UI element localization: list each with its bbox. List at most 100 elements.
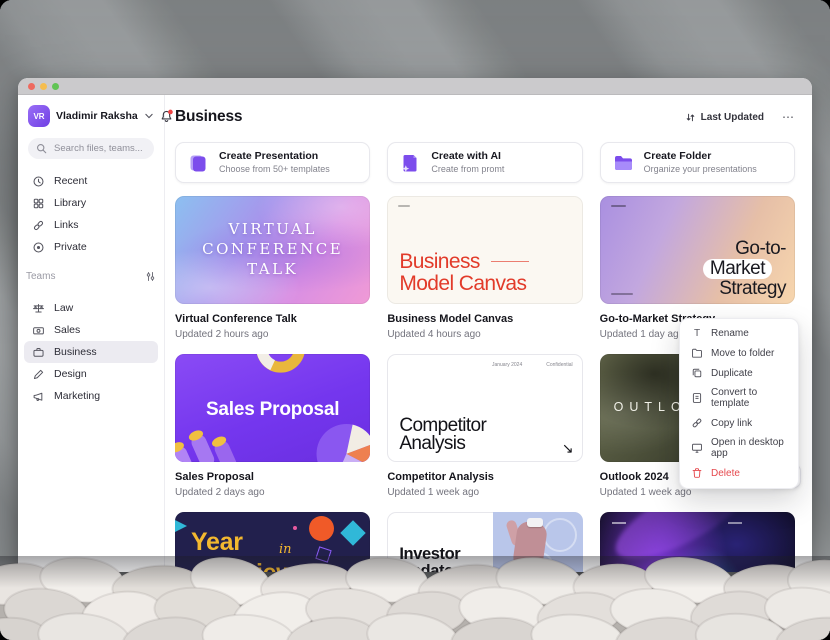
sidebar-item-label: Private (54, 241, 87, 253)
sidebar-item-private[interactable]: Private (24, 236, 158, 258)
card-title: Business Model Canvas (387, 313, 582, 326)
sort-arrows-icon (685, 112, 696, 123)
create-subtitle: Create from promt (431, 164, 504, 175)
clock-icon (32, 175, 45, 188)
presentation-doc-icon (186, 151, 210, 175)
decor-vr-headset (527, 518, 543, 527)
presentation-card-virtual-conference-talk[interactable]: VIRTUAL CONFERENCE TALK Virtual Conferen… (175, 196, 370, 341)
template-icon (691, 392, 703, 404)
sidebar-item-links[interactable]: Links (24, 214, 158, 236)
thumbnail-tiny-text (612, 522, 626, 524)
sidebar-item-design[interactable]: Design (24, 363, 158, 385)
window-titlebar (18, 78, 812, 95)
app-window: VR Vladimir Raksha (18, 78, 812, 572)
create-subtitle: Choose from 50+ templates (219, 164, 330, 175)
link-icon (691, 417, 703, 429)
create-with-ai-button[interactable]: Create with AI Create from promt (387, 142, 582, 183)
sidebar-item-business[interactable]: Business (24, 341, 158, 363)
create-title: Create Presentation (219, 150, 330, 162)
thumbnail-tiny-text (728, 522, 742, 524)
sidebar-item-label: Law (54, 302, 73, 314)
zoom-button[interactable] (52, 83, 59, 90)
dash-line (491, 261, 529, 263)
sidebar-item-library[interactable]: Library (24, 192, 158, 214)
decor-ring (543, 518, 577, 552)
search-input[interactable] (52, 142, 146, 155)
teams-sort-icon[interactable] (145, 271, 156, 282)
folder-icon (691, 347, 703, 359)
workspace-switcher[interactable]: VR Vladimir Raksha (18, 103, 164, 129)
sidebar-item-label: Design (54, 368, 87, 380)
card-updated: Updated 2 days ago (175, 487, 370, 499)
card-title: Competitor Analysis (387, 471, 582, 484)
thumbnail-art-text: Year (191, 528, 243, 557)
decor-circle (309, 516, 334, 541)
thumbnail-meta-text: January 2024Confidential (387, 362, 572, 368)
user-name: Vladimir Raksha (56, 110, 138, 122)
target-icon (32, 241, 45, 254)
library-icon (32, 197, 45, 210)
thumbnail-art-text: VIRTUAL CONFERENCE TALK (175, 196, 370, 304)
screenshot-stage: VR Vladimir Raksha (0, 0, 830, 640)
thumbnail-art-text: Business Model Canvas (399, 251, 528, 296)
sidebar-item-sales[interactable]: Sales (24, 319, 158, 341)
decor-triangle (175, 520, 187, 532)
duplicate-icon (691, 367, 703, 379)
thumbnail-business-model-canvas[interactable]: Business Model Canvas (387, 196, 582, 304)
menu-item-convert-to-template[interactable]: Convert to template (680, 383, 798, 413)
megaphone-icon (32, 390, 45, 403)
presentation-card-sales-proposal[interactable]: Sales Proposal Sales Proposal Updated 2 … (175, 354, 370, 499)
minimize-button[interactable] (40, 83, 47, 90)
sidebar: VR Vladimir Raksha (18, 95, 165, 572)
page-title: Business (175, 108, 242, 126)
context-menu: T Rename Move to folder Duplicate Conve (679, 318, 799, 489)
link-icon (32, 219, 45, 232)
teams-section-label: Teams (26, 271, 55, 282)
monitor-icon (691, 442, 703, 454)
menu-item-duplicate[interactable]: Duplicate (680, 363, 798, 383)
menu-item-rename[interactable]: T Rename (680, 324, 798, 343)
sort-label: Last Updated (701, 112, 764, 123)
card-title: Sales Proposal (175, 471, 370, 484)
more-options-icon[interactable]: ⋯ (782, 111, 795, 123)
chevron-down-icon (145, 113, 153, 119)
sidebar-item-law[interactable]: Law (24, 297, 158, 319)
menu-item-copy-link[interactable]: Copy link (680, 413, 798, 433)
thumbnail-art-text: Competitor Analysis (399, 417, 486, 454)
thumbnail-competitor-analysis[interactable]: January 2024Confidential Competitor Anal… (387, 354, 582, 462)
close-button[interactable] (28, 83, 35, 90)
briefcase-icon (32, 346, 45, 359)
search-bar[interactable] (28, 138, 154, 159)
thumbnail-art-text: in (279, 542, 292, 557)
sort-button[interactable]: Last Updated (685, 112, 764, 123)
avatar: VR (28, 105, 50, 127)
menu-item-open-in-desktop-app[interactable]: Open in desktop app (680, 433, 798, 463)
thumbnail-virtual-conference-talk[interactable]: VIRTUAL CONFERENCE TALK (175, 196, 370, 304)
text-icon: T (691, 328, 703, 339)
sidebar-item-label: Recent (54, 175, 87, 187)
create-presentation-button[interactable]: Create Presentation Choose from 50+ temp… (175, 142, 370, 183)
folder-icon (611, 151, 635, 175)
sidebar-item-label: Links (54, 219, 79, 231)
presentation-card-competitor-analysis[interactable]: January 2024Confidential Competitor Anal… (387, 354, 582, 499)
sidebar-item-label: Library (54, 197, 86, 209)
thumbnail-go-to-market-strategy[interactable]: Go-to- Market Strategy (600, 196, 795, 304)
sidebar-item-marketing[interactable]: Marketing (24, 385, 158, 407)
thumbnail-art-text: Sales Proposal (175, 354, 370, 462)
menu-item-delete[interactable]: Delete (680, 463, 798, 483)
create-folder-button[interactable]: Create Folder Organize your presentation… (600, 142, 795, 183)
presentation-card-business-model-canvas[interactable]: Business Model Canvas Business Model Can… (387, 196, 582, 341)
card-updated: Updated 1 week ago (387, 487, 582, 499)
thumbnail-sales-proposal[interactable]: Sales Proposal (175, 354, 370, 462)
ai-doc-icon (398, 151, 422, 175)
menu-item-move-to-folder[interactable]: Move to folder (680, 343, 798, 363)
thumbnail-tiny-text (611, 205, 626, 207)
sidebar-item-recent[interactable]: Recent (24, 170, 158, 192)
sidebar-item-label: Sales (54, 324, 80, 336)
create-title: Create with AI (431, 150, 504, 162)
search-icon (36, 143, 47, 154)
card-updated: Updated 2 hours ago (175, 329, 370, 341)
pebbles-photo (0, 556, 830, 640)
create-subtitle: Organize your presentations (644, 164, 757, 175)
card-title: Virtual Conference Talk (175, 313, 370, 326)
